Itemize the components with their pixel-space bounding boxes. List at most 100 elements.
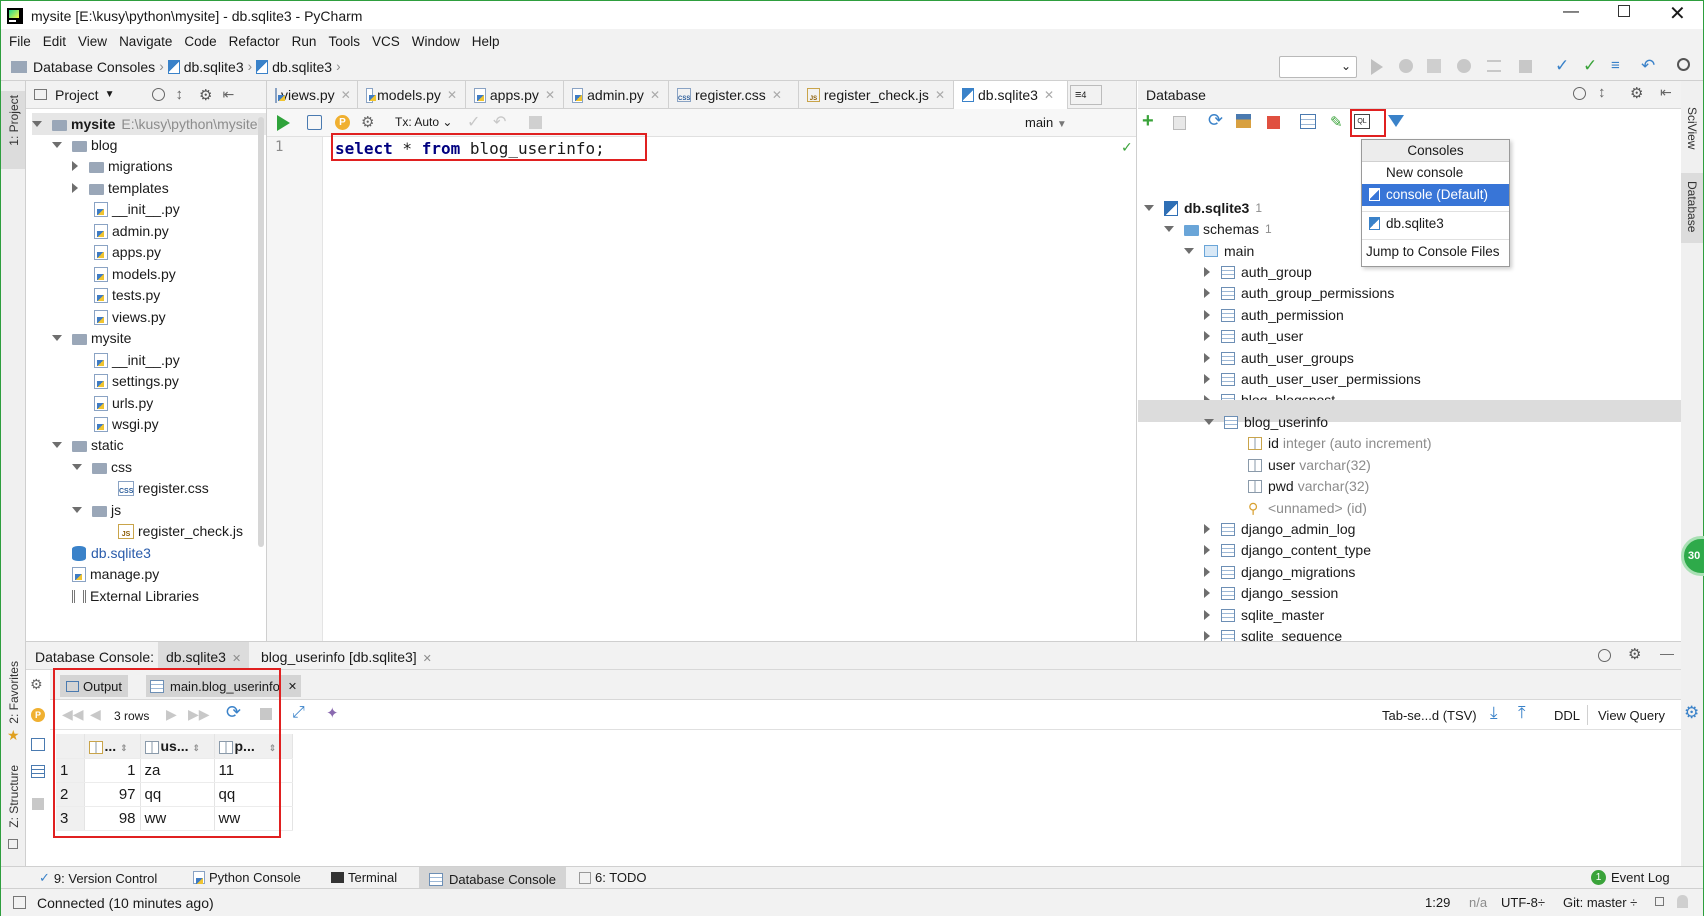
run-icon[interactable] <box>1371 59 1383 75</box>
menu-help[interactable]: Help <box>472 34 500 49</box>
menu-run[interactable]: Run <box>292 34 317 49</box>
transpose-icon[interactable]: ⤢ <box>292 704 305 722</box>
execute-plan-icon[interactable] <box>307 115 322 130</box>
close-button[interactable]: ✕ <box>1669 1 1686 26</box>
db-table-blog-userinfo[interactable]: blog_userinfo <box>1204 411 1328 433</box>
version-control-button[interactable]: ✓ 9: Version Control <box>39 870 157 886</box>
pin-icon[interactable]: ✦ <box>326 704 339 722</box>
database-console-button[interactable]: Database Console <box>419 867 566 889</box>
db-table-django-admin-log[interactable]: django_admin_log <box>1204 518 1355 540</box>
commit-icon[interactable]: ✓ <box>467 112 480 132</box>
db-primary-key[interactable]: ⚲ <unnamed> (id) <box>1248 497 1367 519</box>
vcs-commit-icon[interactable]: ✓ <box>1583 56 1597 76</box>
db-column-pwd[interactable]: pwd varchar(32) <box>1248 475 1369 497</box>
db-table-auth-user[interactable]: auth_user <box>1204 325 1303 347</box>
tree-item-apps[interactable]: apps.py <box>94 241 161 263</box>
db-table-django-migrations[interactable]: django_migrations <box>1204 561 1355 583</box>
python-console-button[interactable]: Python Console <box>193 870 301 885</box>
menu-window[interactable]: Window <box>412 34 460 49</box>
table-editor-icon[interactable] <box>1300 114 1316 129</box>
db-column-user[interactable]: user varchar(32) <box>1248 454 1371 476</box>
tree-item-init[interactable]: __init__.py <box>94 198 180 220</box>
schema-dropdown[interactable]: main ▼ <box>1025 115 1067 130</box>
breadcrumb-db-folder[interactable]: db.sqlite3 <box>184 59 244 75</box>
tree-root[interactable]: mysite E:\kusy\python\mysite <box>32 113 266 135</box>
minimize-button[interactable]: — <box>1563 3 1579 21</box>
encoding-selector[interactable]: UTF-8÷ <box>1501 895 1545 910</box>
scrollbar[interactable] <box>258 117 264 547</box>
add-icon[interactable]: + <box>1142 110 1154 133</box>
menu-code[interactable]: Code <box>184 34 216 49</box>
db-column-id[interactable]: id integer (auto increment) <box>1248 432 1432 454</box>
globe-icon[interactable] <box>1598 649 1611 662</box>
menu-tools[interactable]: Tools <box>328 34 360 49</box>
tx-mode-dropdown[interactable]: Tx: Auto ⌄ <box>395 115 452 129</box>
project-view-dropdown[interactable]: Project <box>55 87 99 103</box>
tree-item-blog[interactable]: blog <box>52 134 117 156</box>
bottom-tab-db-sqlite3[interactable]: db.sqlite3 ✕ <box>158 642 250 670</box>
tree-item-migrations[interactable]: migrations <box>72 155 173 177</box>
git-branch-selector[interactable]: Git: master ÷ <box>1563 895 1637 910</box>
execute-icon[interactable] <box>277 115 290 131</box>
lock-icon[interactable] <box>1655 897 1664 906</box>
close-tab-icon[interactable]: ✕ <box>341 88 351 102</box>
tree-item-views[interactable]: views.py <box>94 306 166 328</box>
profile-icon[interactable] <box>1457 59 1471 73</box>
tree-item-js[interactable]: js <box>72 499 121 521</box>
db-table-django-content-type[interactable]: django_content_type <box>1204 539 1371 561</box>
db-root[interactable]: db.sqlite3 1 <box>1144 197 1262 219</box>
notifications-icon[interactable] <box>1677 895 1688 908</box>
tree-item-wsgi[interactable]: wsgi.py <box>94 413 159 435</box>
tree-item-templates[interactable]: templates <box>72 177 169 199</box>
close-tab-icon[interactable]: ✕ <box>423 653 432 665</box>
db-table-auth-group[interactable]: auth_group <box>1204 261 1312 283</box>
tree-item-settings[interactable]: settings.py <box>94 370 179 392</box>
filter-icon[interactable] <box>1388 115 1404 127</box>
tree-item-init2[interactable]: __init__.py <box>94 349 180 371</box>
db-table-auth-user-user-permissions[interactable]: auth_user_user_permissions <box>1204 368 1421 390</box>
parameters-icon[interactable]: P <box>31 708 45 722</box>
parameters-icon[interactable]: P <box>335 115 350 130</box>
cancel-icon[interactable] <box>529 116 542 129</box>
close-tab-icon[interactable]: ✕ <box>545 88 555 102</box>
todo-button[interactable]: 6: TODO <box>579 870 647 885</box>
database-tool-tab[interactable]: Database <box>1685 181 1699 232</box>
tab-overflow-button[interactable]: ≡ 4 <box>1070 85 1102 105</box>
menu-view[interactable]: View <box>78 34 107 49</box>
settings-wrench-icon[interactable]: ⚙ <box>30 676 43 693</box>
db-table-sqlite-master[interactable]: sqlite_master <box>1204 604 1324 626</box>
tree-item-css[interactable]: css <box>72 456 132 478</box>
import-icon[interactable]: ⤒ <box>1518 703 1526 723</box>
db-table-django-session[interactable]: django_session <box>1204 582 1338 604</box>
menu-edit[interactable]: Edit <box>43 34 66 49</box>
run-config-dropdown[interactable]: ⌄ <box>1279 56 1357 78</box>
close-tab-icon[interactable]: ✕ <box>447 88 457 102</box>
breadcrumb-db-file[interactable]: db.sqlite3 <box>272 59 332 75</box>
menu-vcs[interactable]: VCS <box>372 34 400 49</box>
settings-wrench-icon[interactable]: ⚙ <box>361 113 374 131</box>
settings-gear-icon[interactable]: ⚙ <box>199 86 212 104</box>
breadcrumb-database-consoles[interactable]: Database Consoles <box>33 59 155 75</box>
debug-icon[interactable] <box>1399 59 1413 73</box>
view-query-button[interactable]: View Query <box>1598 708 1665 723</box>
revert-icon[interactable]: ↶ <box>1641 56 1655 76</box>
hide-icon[interactable]: ⇤ <box>222 86 234 103</box>
event-log-button[interactable]: 1 Event Log <box>1591 870 1670 885</box>
tree-item-admin[interactable]: admin.py <box>94 220 169 242</box>
layout-icon[interactable] <box>31 765 45 778</box>
close-tab-icon[interactable]: ✕ <box>935 88 945 102</box>
vcs-update-icon[interactable]: ✓ <box>1555 56 1569 76</box>
tree-item-static[interactable]: static <box>52 434 124 456</box>
export-icon[interactable]: ⤓ <box>1490 703 1498 723</box>
tab-db-sqlite3[interactable]: db.sqlite3 ✕ <box>954 81 1068 109</box>
duplicate-icon[interactable] <box>1173 116 1186 130</box>
tree-item-external-libraries[interactable]: External Libraries <box>52 585 199 607</box>
globe-icon[interactable] <box>1573 87 1586 100</box>
stop-icon[interactable] <box>1519 60 1532 73</box>
close-tab-icon[interactable]: ✕ <box>232 653 241 665</box>
terminal-button[interactable]: Terminal <box>331 870 397 885</box>
menu-file[interactable]: File <box>9 34 31 49</box>
chevron-down-icon[interactable]: ▼ <box>105 89 115 100</box>
menu-refactor[interactable]: Refactor <box>229 34 280 49</box>
close-tab-icon[interactable]: ✕ <box>288 680 297 693</box>
